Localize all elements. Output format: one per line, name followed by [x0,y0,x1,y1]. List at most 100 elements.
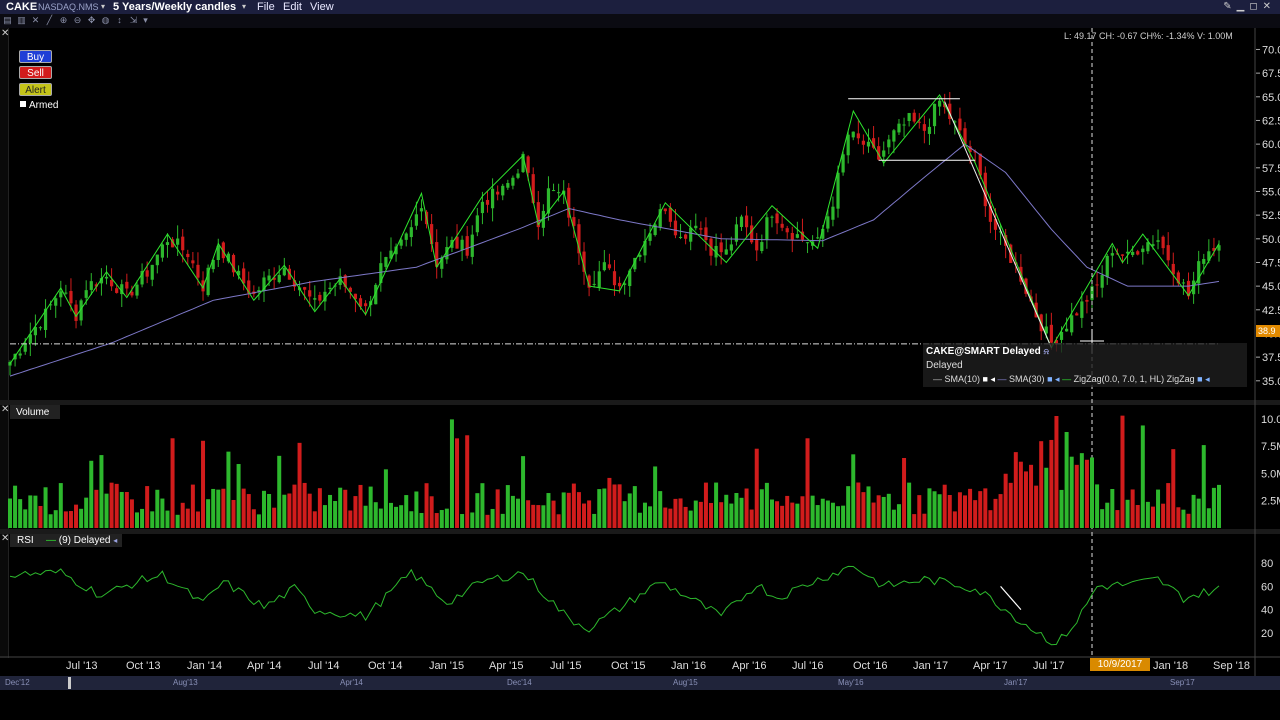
volume-bar [851,454,856,528]
settings-icon[interactable]: ■ ◂ [1197,374,1209,384]
time-tick-label: Apr '16 [732,660,767,672]
candle-body [69,291,73,304]
price-tick-label: 37.5 [1262,352,1280,364]
candle-body [59,291,63,298]
candle-body [1080,301,1084,318]
candle-body [328,287,332,290]
volume-bar [510,495,515,528]
price-tick-label: 50.0 [1262,234,1280,246]
legend-zigzag-2[interactable]: ZigZag [1167,374,1195,384]
volume-bar [460,514,465,528]
volume-bar [673,498,678,528]
volume-bar [917,495,922,528]
volume-bar [439,510,444,528]
time-tick-label: Jan '16 [671,660,706,672]
nav-label: Apr'14 [340,678,363,687]
volume-bar [1034,485,1039,528]
volume-bar [693,500,698,528]
time-tick-label: Jul '17 [1033,660,1064,672]
volume-bar [988,510,993,528]
volume-bar [28,495,33,528]
volume-bar [764,482,769,528]
volume-bar [307,493,312,528]
volume-bar [1156,489,1161,528]
volume-bar [480,483,485,528]
lock-icon[interactable]: ◂ [113,536,117,545]
price-tick-label: 35.0 [1262,376,1280,388]
candle-body [186,253,190,258]
candle-body [663,208,667,212]
legend-sma10[interactable]: SMA(10) [945,374,981,384]
price-chart-canvas[interactable]: 70.0 67.5 65.0 62.5 60.0 57.5 55.0 52.5 50.0 47.5… [0,0,1280,676]
volume-bar [394,506,399,528]
navigator-handle[interactable] [68,677,71,689]
candle-body [485,199,490,205]
volume-bar [836,506,841,528]
volume-bar [94,489,99,528]
legend-title: CAKE@SMART Delayed ⍾ [926,346,1049,357]
armed-checkbox[interactable] [20,101,26,107]
lock-icon[interactable]: ⍾ [1044,347,1049,356]
sma30-swatch: — [997,374,1007,384]
volume-tick-label: 2.5M [1261,496,1280,508]
alert-button[interactable]: Alert [19,83,52,96]
candle-body [638,254,642,257]
volume-bar [642,502,647,528]
price-tick-label: 60.0 [1262,139,1280,151]
candle-body [1141,248,1145,253]
time-navigator[interactable]: Dec'12 Aug'13 Apr'14 Dec'14 Aug'15 May'1… [0,676,1280,690]
price-tick-label: 52.5 [1262,210,1280,222]
legend-zigzag[interactable]: ZigZag(0.0, 7.0, 1, HL) [1074,374,1165,384]
volume-bar [404,495,409,528]
rsi-pane-label[interactable]: RSI [17,535,34,546]
volume-bar [500,513,505,528]
volume-bar [968,488,973,528]
volume-bar [221,488,226,528]
volume-bar [124,492,129,528]
volume-bar [978,491,983,528]
legend-sma30[interactable]: SMA(30) [1009,374,1045,384]
volume-bar [89,460,94,528]
candle-body [678,236,683,238]
volume-pane-label[interactable]: Volume [16,407,49,418]
candle-body [516,173,520,178]
volume-bar [653,466,658,528]
cursor-date-box: 10/9/2017 [1090,658,1150,671]
candle-body [841,154,845,173]
candle-body [922,124,926,131]
volume-bar [571,483,576,528]
candle-body [125,281,129,289]
volume-bar [170,438,175,528]
candle-body [689,227,693,242]
volume-bar [597,489,602,528]
armed-toggle[interactable]: Armed [20,100,58,111]
candle-body [1156,240,1160,242]
buy-button[interactable]: Buy [19,50,52,63]
volume-bar [13,485,18,528]
volume-bar [1013,452,1018,528]
volume-bar [1018,461,1023,528]
candle-body [897,123,901,133]
volume-bar [33,495,38,528]
candle-body [1105,255,1109,278]
candle-body [557,192,561,194]
candle-body [145,270,149,277]
volume-bar [856,482,861,528]
sell-button[interactable]: Sell [19,66,52,79]
volume-bar [607,477,612,528]
rsi-params-label[interactable]: (9) Delayed [59,535,111,546]
candle-body [1202,258,1206,264]
candle-body [1136,251,1140,255]
candle-body [74,304,78,321]
settings-icon[interactable]: ■ ◂ [983,374,995,384]
rsi-line [9,565,1220,646]
time-tick-label: Jul '13 [66,660,97,672]
settings-icon[interactable]: ■ ◂ [1047,374,1059,384]
volume-bar [561,492,566,528]
volume-bar [1196,498,1201,528]
volume-bar [150,511,155,528]
candle-body [64,292,68,294]
volume-bar [1029,464,1034,528]
volume-bar [388,502,393,528]
candle-body [927,126,932,134]
